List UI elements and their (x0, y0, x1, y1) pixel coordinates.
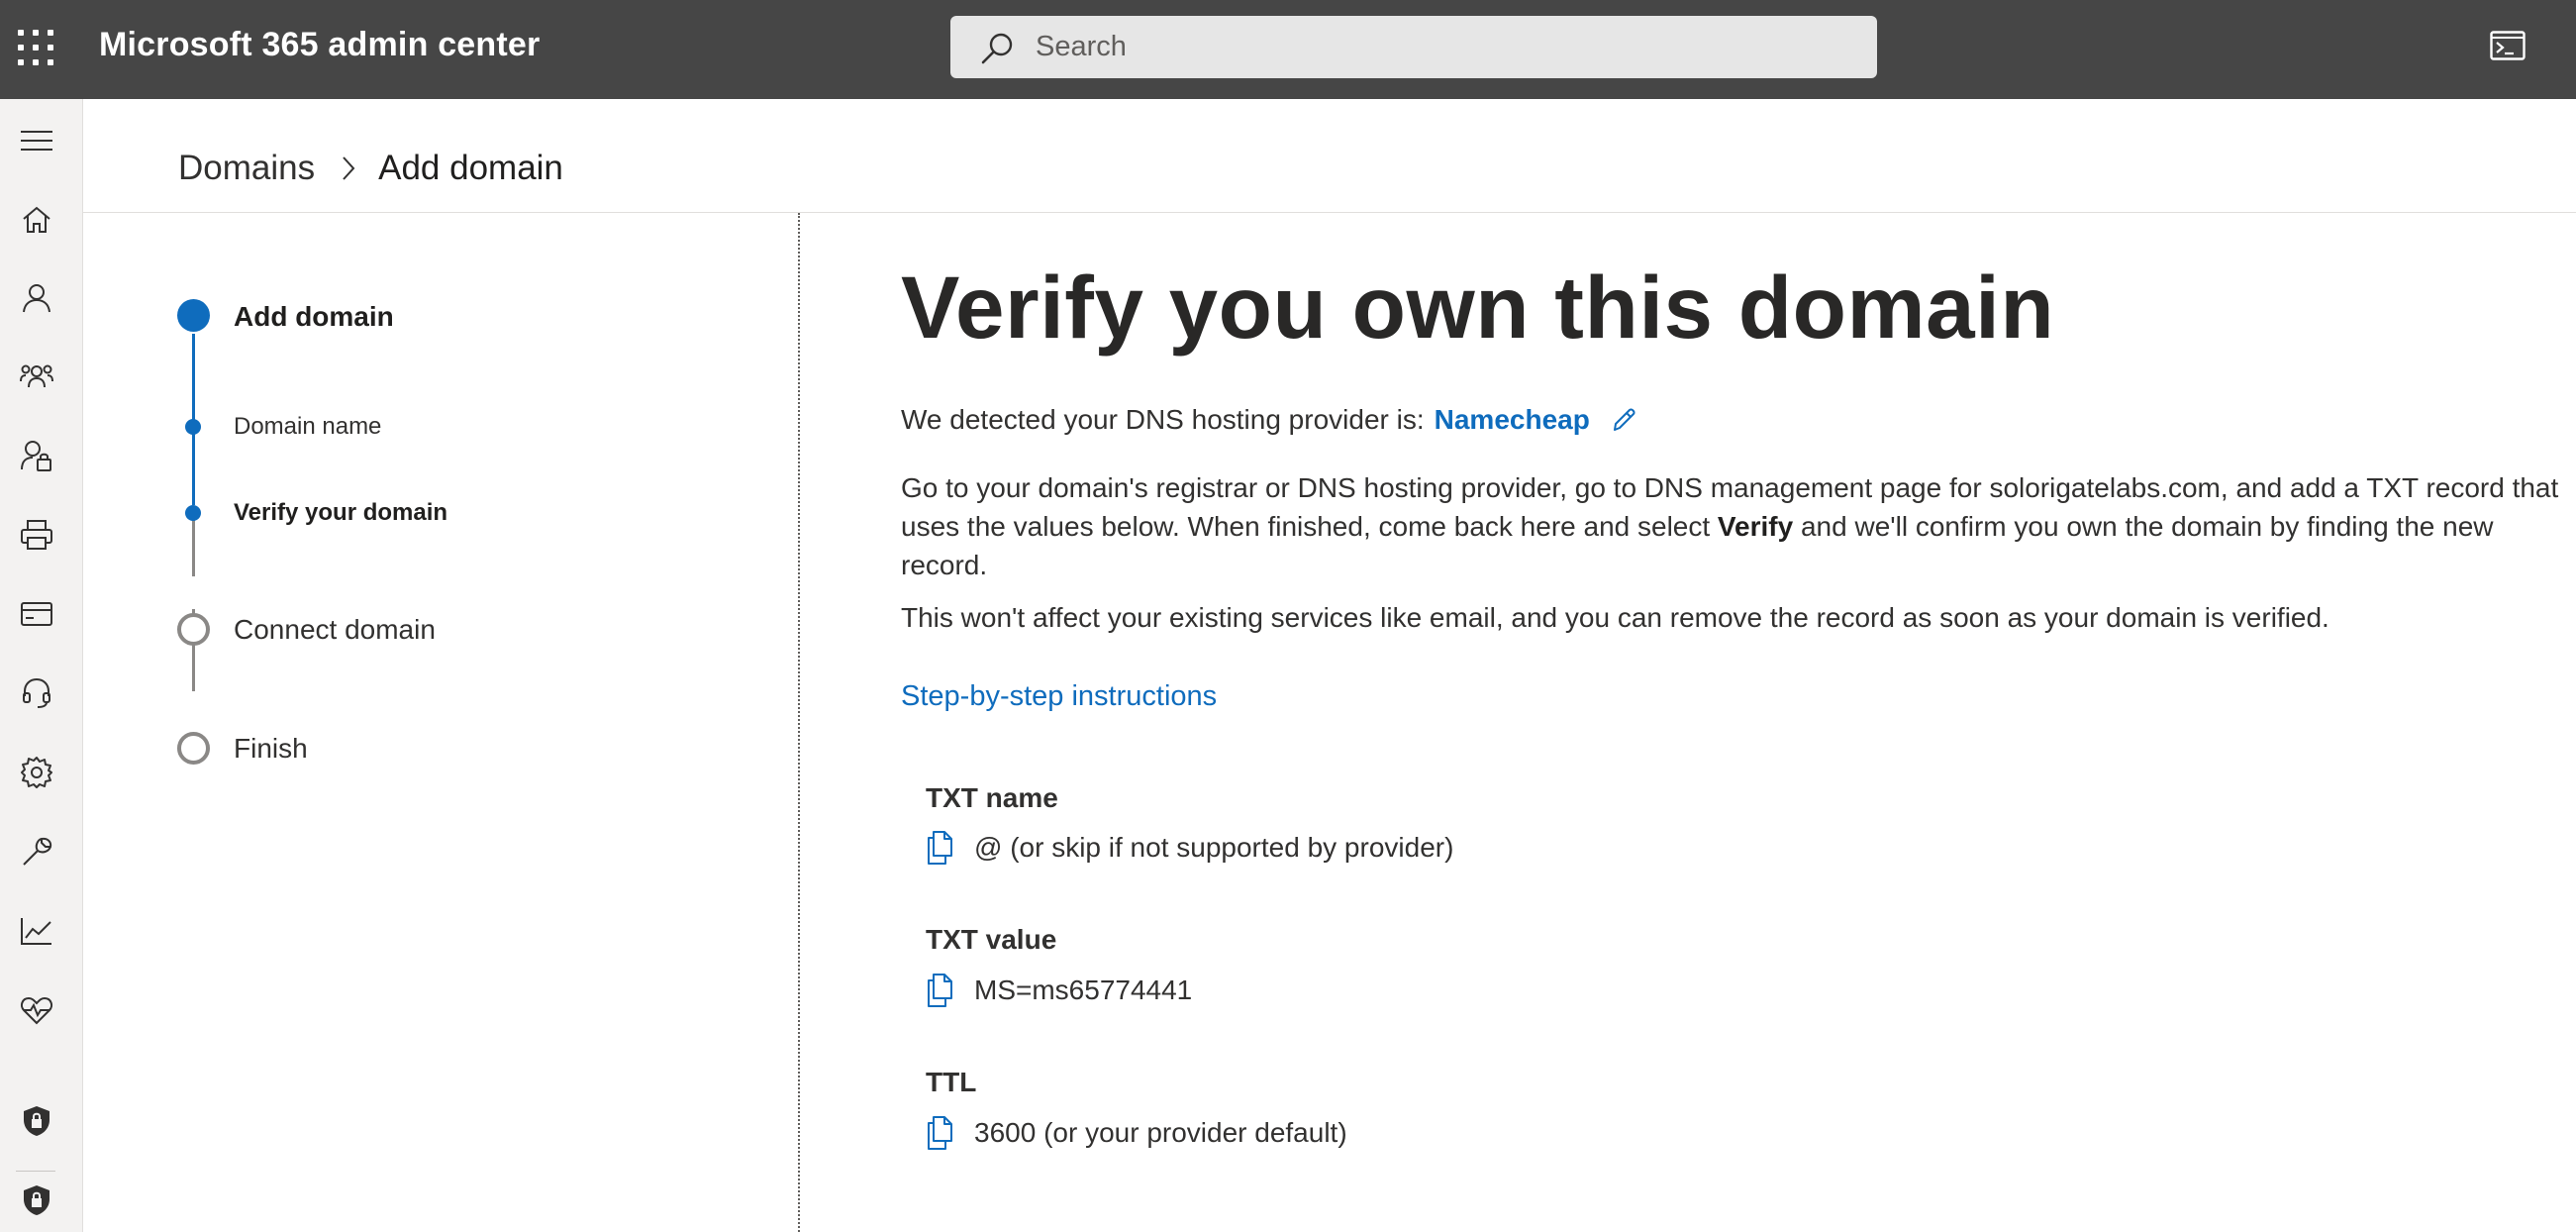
step-indicator-pending (177, 613, 210, 646)
instructions-paragraph: Go to your domain's registrar or DNS hos… (901, 468, 2564, 584)
wizard-stepper: Add domain Domain name Verify your domai… (0, 213, 799, 1232)
ttl-row: 3600 (or your provider default) (926, 1115, 1347, 1151)
page-title: Verify you own this domain (901, 257, 2055, 357)
copy-icon[interactable] (926, 973, 957, 1008)
txt-name-value: @ (or skip if not supported by provider) (974, 832, 1454, 863)
hamburger-menu-icon[interactable] (17, 121, 56, 160)
step-verify-your-domain[interactable]: Verify your domain (234, 499, 447, 527)
edit-pencil-icon[interactable] (1610, 405, 1639, 435)
app-launcher-icon[interactable] (18, 30, 53, 65)
txt-value-label: TXT value (926, 924, 1057, 955)
txt-name-row: @ (or skip if not supported by provider) (926, 830, 1453, 866)
copy-icon[interactable] (926, 830, 957, 866)
txt-name-label: TXT name (926, 782, 1058, 813)
step-finish[interactable]: Finish (234, 733, 308, 765)
step-add-domain[interactable]: Add domain (234, 301, 394, 333)
step-connect-domain[interactable]: Connect domain (234, 614, 436, 646)
note-paragraph: This won't affect your existing services… (901, 602, 2329, 633)
step-indicator-substep-current (185, 505, 201, 521)
search-icon (981, 33, 1013, 64)
search-input[interactable] (1036, 26, 1847, 67)
stepper-divider (798, 213, 800, 1232)
verify-keyword: Verify (1717, 511, 1794, 542)
app-title[interactable]: Microsoft 365 admin center (99, 26, 540, 64)
step-indicator-pending (177, 732, 210, 765)
copy-icon[interactable] (926, 1115, 957, 1151)
dns-provider-prefix: We detected your DNS hosting provider is… (901, 404, 1425, 435)
cloud-shell-icon[interactable] (2490, 31, 2526, 60)
step-domain-name[interactable]: Domain name (234, 413, 381, 441)
dns-provider-line: We detected your DNS hosting provider is… (901, 404, 1639, 436)
top-bar: Microsoft 365 admin center (0, 0, 2576, 99)
chevron-right-icon (341, 154, 356, 182)
step-indicator-substep (185, 419, 201, 435)
breadcrumb-current: Add domain (378, 149, 563, 187)
breadcrumb-domains-link[interactable]: Domains (178, 149, 315, 188)
txt-value-value: MS=ms65774441 (974, 975, 1193, 1005)
dns-provider-name: Namecheap (1434, 404, 1590, 435)
ttl-label: TTL (926, 1067, 977, 1097)
breadcrumb: Domains Add domain (178, 149, 563, 188)
step-by-step-instructions-link[interactable]: Step-by-step instructions (901, 680, 1217, 713)
step-indicator-active (177, 299, 210, 332)
ttl-value: 3600 (or your provider default) (974, 1117, 1347, 1148)
txt-value-row: MS=ms65774441 (926, 973, 1192, 1008)
search-box[interactable] (950, 16, 1877, 78)
